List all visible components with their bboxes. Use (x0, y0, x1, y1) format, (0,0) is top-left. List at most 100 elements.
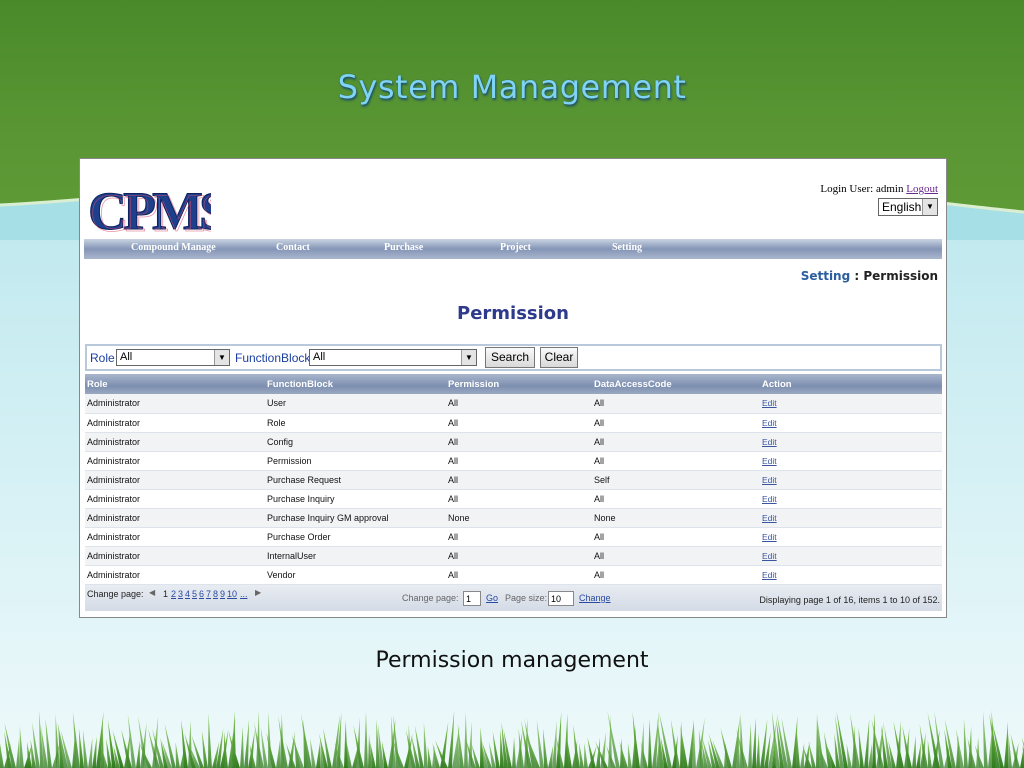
edit-link[interactable]: Edit (762, 570, 777, 580)
cell-action: Edit (760, 413, 942, 433)
pager-page-link[interactable]: 9 (220, 589, 225, 599)
login-user: admin (875, 183, 904, 195)
edit-link[interactable]: Edit (762, 437, 777, 447)
cell-action: Edit (760, 432, 942, 452)
role-filter-select[interactable]: All ▼ (116, 349, 230, 366)
edit-link[interactable]: Edit (762, 418, 777, 428)
column-header-function-block[interactable]: FunctionBlock (265, 374, 446, 394)
column-header-data-access-code[interactable]: DataAccessCode (592, 374, 760, 394)
nav-compound-manage[interactable]: Compound Manage (131, 242, 216, 253)
pager-current-page: 1 (163, 589, 169, 599)
nav-contact[interactable]: Contact (276, 242, 310, 253)
cpms-logo: CPMS CPMS (86, 163, 234, 244)
cell-function-block: Purchase Order (265, 527, 446, 547)
pager-page-link[interactable]: 8 (213, 589, 218, 599)
cell-permission: All (446, 546, 592, 566)
svg-text:CPMS: CPMS (90, 183, 211, 238)
cell-function-block: InternalUser (265, 546, 446, 566)
breadcrumb-separator: : (850, 269, 864, 283)
cell-permission: All (446, 413, 592, 433)
cell-function-block: Purchase Request (265, 470, 446, 490)
nav-setting[interactable]: Setting (612, 242, 642, 253)
cell-role: Administrator (85, 432, 265, 452)
pager-page-link[interactable]: 2 (171, 589, 176, 599)
cell-role: Administrator (85, 527, 265, 547)
breadcrumb-current: Permission (863, 269, 938, 283)
login-label: Login User: (820, 183, 874, 195)
role-filter-label: Role (90, 351, 115, 365)
cell-role: Administrator (85, 489, 265, 509)
cell-data-access-code: All (592, 413, 760, 433)
breadcrumb-parent[interactable]: Setting (801, 269, 851, 283)
cell-action: Edit (760, 527, 942, 547)
table-row: Administrator Permission All All Edit (85, 451, 942, 471)
cell-role: Administrator (85, 394, 265, 414)
function-block-filter-select[interactable]: All ▼ (309, 349, 477, 366)
pager-page-link[interactable]: 5 (192, 589, 197, 599)
next-page-icon[interactable]: ▶ (255, 588, 261, 597)
pager-change-page-label: Change page: (87, 589, 144, 599)
table-row: Administrator Config All All Edit (85, 432, 942, 452)
column-header-role[interactable]: Role (85, 374, 265, 394)
grass-decoration (0, 710, 1024, 768)
change-page-input-label: Change page: (402, 593, 459, 603)
page-title: Permission (457, 303, 569, 324)
language-select[interactable]: English ▼ (878, 198, 938, 216)
logout-link[interactable]: Logout (906, 183, 938, 195)
breadcrumb: Setting : Permission (801, 269, 938, 283)
search-button[interactable]: Search (485, 347, 535, 368)
clear-button[interactable]: Clear (540, 347, 578, 368)
pager-page-link[interactable]: 3 (178, 589, 183, 599)
edit-link[interactable]: Edit (762, 494, 777, 504)
go-link[interactable]: Go (486, 593, 498, 603)
cell-data-access-code: All (592, 546, 760, 566)
function-block-filter-label: FunctionBlock (235, 351, 311, 365)
cell-action: Edit (760, 565, 942, 585)
app-screenshot-panel: CPMS CPMS Login User: admin Logout Engli… (79, 158, 947, 618)
filter-bar: Role All ▼ FunctionBlock All ▼ Search Cl… (85, 344, 942, 371)
prev-page-icon[interactable]: ◀ (149, 588, 155, 597)
cell-action: Edit (760, 394, 942, 414)
change-page-size-link[interactable]: Change (579, 593, 611, 603)
pager-page-link[interactable]: 6 (199, 589, 204, 599)
edit-link[interactable]: Edit (762, 475, 777, 485)
cell-role: Administrator (85, 413, 265, 433)
main-navbar: Compound Manage Contact Purchase Project… (84, 239, 942, 259)
table-row: Administrator Role All All Edit (85, 413, 942, 433)
edit-link[interactable]: Edit (762, 513, 777, 523)
cell-permission: All (446, 470, 592, 490)
table-row: Administrator User All All Edit (85, 394, 942, 414)
cell-function-block: Config (265, 432, 446, 452)
cell-role: Administrator (85, 546, 265, 566)
pager-page-link[interactable]: 7 (206, 589, 211, 599)
pager-page-link[interactable]: ... (240, 589, 248, 599)
language-value: English (882, 200, 922, 214)
cell-permission: All (446, 451, 592, 471)
cell-action: Edit (760, 489, 942, 509)
cell-data-access-code: All (592, 451, 760, 471)
table-row: Administrator Purchase Inquiry All All Edit (85, 489, 942, 509)
chevron-down-icon[interactable]: ▼ (214, 350, 229, 365)
edit-link[interactable]: Edit (762, 398, 777, 408)
cell-function-block: Role (265, 413, 446, 433)
table-row: Administrator InternalUser All All Edit (85, 546, 942, 566)
column-header-permission[interactable]: Permission (446, 374, 592, 394)
cell-data-access-code: None (592, 508, 760, 528)
cell-role: Administrator (85, 508, 265, 528)
cell-role: Administrator (85, 565, 265, 585)
cell-data-access-code: Self (592, 470, 760, 490)
chevron-down-icon[interactable]: ▼ (461, 350, 476, 365)
nav-purchase[interactable]: Purchase (384, 242, 423, 253)
edit-link[interactable]: Edit (762, 532, 777, 542)
function-block-filter-value: All (313, 351, 326, 363)
change-page-input[interactable] (463, 591, 481, 606)
pager-page-link[interactable]: 4 (185, 589, 190, 599)
table-row: Administrator Purchase Request All Self Edit (85, 470, 942, 490)
edit-link[interactable]: Edit (762, 551, 777, 561)
cell-data-access-code: All (592, 527, 760, 547)
page-size-input[interactable] (548, 591, 574, 606)
chevron-down-icon[interactable]: ▼ (922, 199, 937, 215)
pager-page-link[interactable]: 10 (227, 589, 237, 599)
nav-project[interactable]: Project (500, 242, 531, 253)
edit-link[interactable]: Edit (762, 456, 777, 466)
